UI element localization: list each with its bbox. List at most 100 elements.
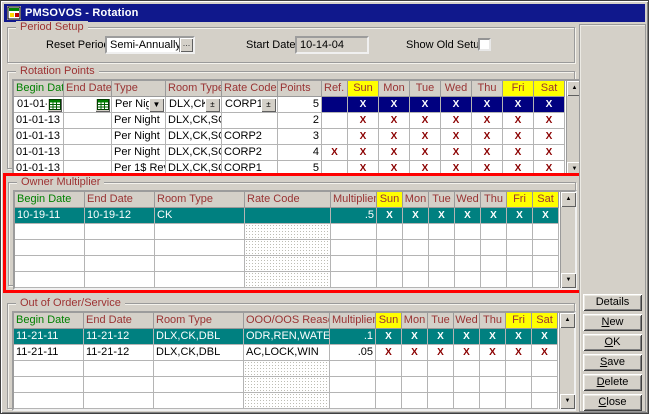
cell-sat[interactable] <box>532 377 558 393</box>
cell-fri[interactable]: X <box>506 329 532 345</box>
cell-end-date[interactable] <box>64 113 112 129</box>
cell-begin-date[interactable]: 01-01-13 <box>14 145 64 161</box>
cell-points[interactable]: 4 <box>278 145 322 161</box>
cell-sun[interactable] <box>377 272 403 288</box>
lov-plusminus-icon[interactable]: ± <box>205 98 220 112</box>
cell-fri[interactable] <box>507 256 533 272</box>
out-of-order-row[interactable]: 11-21-1111-21-12DLX,CK,DBLAC,LOCK,WIN.05… <box>14 345 574 361</box>
cell-fri[interactable]: X <box>506 345 532 361</box>
owner-multiplier-empty-row[interactable] <box>15 272 575 288</box>
cell-sun[interactable] <box>377 240 403 256</box>
cell-sun[interactable] <box>376 377 402 393</box>
cell-sat[interactable] <box>533 240 559 256</box>
cell-multiplier[interactable]: .05 <box>330 345 376 361</box>
cell-points[interactable]: 3 <box>278 129 322 145</box>
cell-fri[interactable] <box>506 361 532 377</box>
cell-ref[interactable] <box>322 129 348 145</box>
cell-begin-date[interactable]: 11-21-11 <box>14 329 84 345</box>
delete-button[interactable]: Delete <box>583 374 642 391</box>
cell-rate-code[interactable] <box>245 256 331 272</box>
ok-button[interactable]: OK <box>583 334 642 351</box>
cell-multiplier[interactable]: .5 <box>331 208 377 224</box>
cell-end-date[interactable] <box>84 377 154 393</box>
cell-room-type[interactable] <box>155 224 245 240</box>
cell-wed[interactable] <box>454 393 480 409</box>
cell-multiplier[interactable]: .1 <box>330 329 376 345</box>
cell-wed[interactable]: X <box>441 113 472 129</box>
cell-tue[interactable] <box>428 393 454 409</box>
cell-room-type[interactable]: DLX,CK,SGK,K) <box>166 145 222 161</box>
cell-wed[interactable]: X <box>455 208 481 224</box>
cell-mon[interactable] <box>403 272 429 288</box>
cell-tue[interactable]: X <box>410 97 441 113</box>
cell-room-type[interactable]: CK <box>155 208 245 224</box>
type-dropdown[interactable]: Per Night▼ <box>112 97 166 113</box>
cell-sun[interactable]: X <box>348 145 379 161</box>
cell-sat[interactable] <box>533 256 559 272</box>
out-of-order-service-empty-row[interactable] <box>14 361 574 377</box>
cell-begin-date[interactable] <box>14 361 84 377</box>
reset-period-field[interactable]: Semi-Annually ... <box>105 36 195 54</box>
cell-rate-code[interactable] <box>222 113 278 129</box>
cell-sat[interactable]: X <box>534 145 565 161</box>
cell-sun[interactable]: X <box>348 129 379 145</box>
cell-sat[interactable]: X <box>533 208 559 224</box>
cell-begin-date[interactable] <box>14 377 84 393</box>
cell-end-date[interactable] <box>85 272 155 288</box>
owner-multiplier-scrollbar[interactable]: ▲▼ <box>560 192 575 288</box>
cell-begin-date[interactable]: 01-01-13 <box>14 113 64 129</box>
room-type-editor[interactable]: DLX,CK,SGI± <box>166 97 222 113</box>
cell-sat[interactable]: X <box>532 329 558 345</box>
cell-room-type[interactable] <box>155 272 245 288</box>
titlebar[interactable]: PMSOVOS - Rotation <box>4 4 645 22</box>
cell-ref[interactable] <box>322 113 348 129</box>
cell-sat[interactable]: X <box>534 129 565 145</box>
close-button[interactable]: Close <box>583 394 642 411</box>
cell-tue[interactable]: X <box>428 329 454 345</box>
cell-multiplier[interactable] <box>331 272 377 288</box>
cell-mon[interactable]: X <box>403 208 429 224</box>
cell-end-date[interactable] <box>64 129 112 145</box>
cell-rate-code[interactable] <box>245 224 331 240</box>
cell-end-date[interactable] <box>85 240 155 256</box>
cell-multiplier[interactable] <box>331 240 377 256</box>
cell-mon[interactable]: X <box>379 97 410 113</box>
cell-tue[interactable] <box>428 361 454 377</box>
cell-sun[interactable]: X <box>348 97 379 113</box>
cell-sun[interactable]: X <box>376 345 402 361</box>
cell-end-date[interactable]: 11-21-12 <box>84 345 154 361</box>
calendar-icon[interactable] <box>47 98 62 112</box>
cell-sun[interactable] <box>376 361 402 377</box>
cell-multiplier[interactable] <box>330 377 376 393</box>
cell-rate-code[interactable]: CORP2 <box>222 129 278 145</box>
cell-tue[interactable]: X <box>410 129 441 145</box>
cell-wed[interactable] <box>455 240 481 256</box>
cell-rate-code[interactable] <box>245 272 331 288</box>
lov-plusminus-icon[interactable]: ± <box>261 98 276 112</box>
cell-sat[interactable]: X <box>534 113 565 129</box>
cell-points[interactable]: 5 <box>278 97 322 113</box>
cell-points[interactable]: 2 <box>278 113 322 129</box>
owner-multiplier-row[interactable]: 10-19-1110-19-12CK.5XXXXXXX <box>15 208 575 224</box>
end-date-editor[interactable] <box>64 97 112 113</box>
cell-ooo-oos-reason[interactable] <box>244 377 330 393</box>
cell-sat[interactable] <box>533 224 559 240</box>
cell-fri[interactable] <box>507 224 533 240</box>
cell-sat[interactable]: X <box>532 345 558 361</box>
cell-wed[interactable]: X <box>441 129 472 145</box>
cell-fri[interactable]: X <box>503 145 534 161</box>
cell-sun[interactable]: X <box>348 113 379 129</box>
cell-wed[interactable]: X <box>454 345 480 361</box>
cell-room-type[interactable]: DLX,CK,DBL <box>154 329 244 345</box>
cell-tue[interactable]: X <box>410 145 441 161</box>
cell-end-date[interactable]: 11-21-12 <box>84 329 154 345</box>
cell-sat[interactable] <box>532 393 558 409</box>
reset-period-lov-button[interactable]: ... <box>179 38 193 52</box>
show-old-setup-checkbox[interactable] <box>478 38 491 51</box>
cell-ref[interactable] <box>322 97 348 113</box>
cell-room-type[interactable] <box>154 377 244 393</box>
cell-end-date[interactable]: 10-19-12 <box>85 208 155 224</box>
rotation-row[interactable]: 01-01-13Per Night▼DLX,CK,SGI±CORP1±5XXXX… <box>14 97 581 113</box>
out-of-order-service-scroll-down-icon[interactable]: ▼ <box>560 394 575 409</box>
cell-room-type[interactable] <box>154 361 244 377</box>
